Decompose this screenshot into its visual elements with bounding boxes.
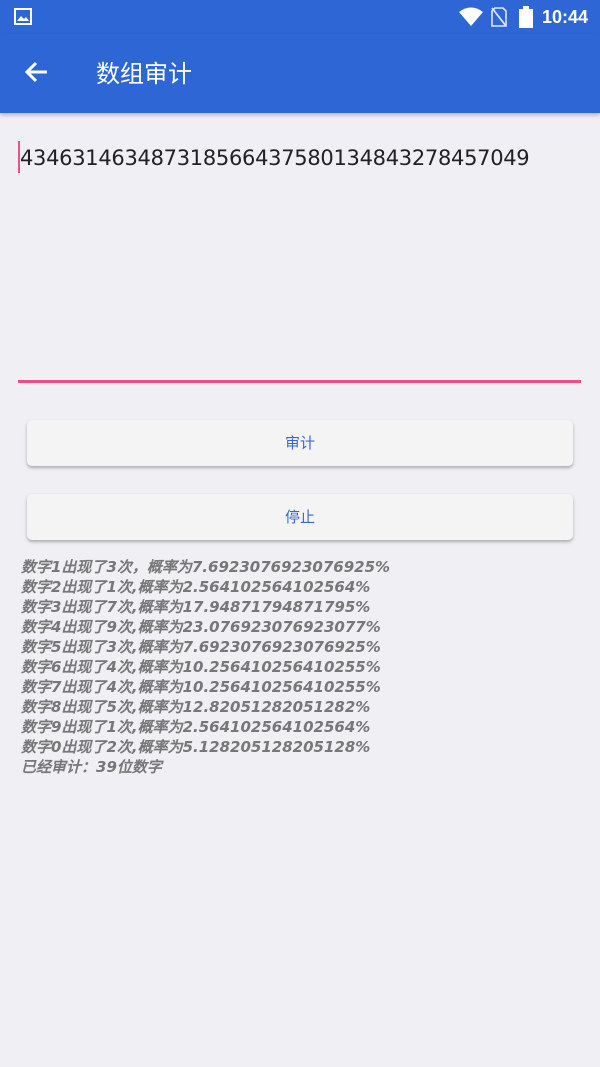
- battery-icon: [519, 6, 533, 28]
- no-sim-icon: [491, 7, 507, 27]
- status-clock: 10:44: [542, 7, 589, 27]
- result-line: 数字1出现了3次，概率为7.6923076923076925%: [21, 558, 391, 576]
- result-line: 数字9出现了1次,概率为2.564102564102564%: [21, 718, 371, 736]
- results-list: 数字1出现了3次，概率为7.6923076923076925% 数字2出现了1次…: [21, 557, 581, 777]
- arrow-left-icon[interactable]: [18, 52, 58, 92]
- result-line: 数字3出现了7次,概率为17.94871794871795%: [21, 598, 371, 616]
- result-line: 数字5出现了3次,概率为7.6923076923076925%: [21, 638, 381, 656]
- audit-summary: 已经审计：39位数字: [21, 758, 162, 776]
- stop-button[interactable]: 停止: [27, 494, 573, 540]
- result-line: 数字8出现了5次,概率为12.82051282051282%: [21, 698, 371, 716]
- result-line: 数字6出现了4次,概率为10.256410256410255%: [21, 658, 381, 676]
- input-underline: [18, 380, 581, 383]
- status-bar: 10:44: [0, 0, 600, 34]
- number-input[interactable]: 434631463487318566437580134843278457049: [20, 143, 530, 173]
- result-line: 数字4出现了9次,概率为23.076923076923077%: [21, 618, 381, 636]
- app-bar: 数组审计: [0, 34, 600, 113]
- result-line: 数字2出现了1次,概率为2.564102564102564%: [21, 578, 371, 596]
- audit-button[interactable]: 审计: [27, 420, 573, 466]
- page-title: 数组审计: [96, 60, 192, 88]
- gallery-icon: [14, 8, 32, 25]
- result-line: 数字0出现了2次,概率为5.128205128205128%: [21, 738, 371, 756]
- result-line: 数字7出现了4次,概率为10.256410256410255%: [21, 678, 381, 696]
- wifi-icon: [459, 7, 483, 26]
